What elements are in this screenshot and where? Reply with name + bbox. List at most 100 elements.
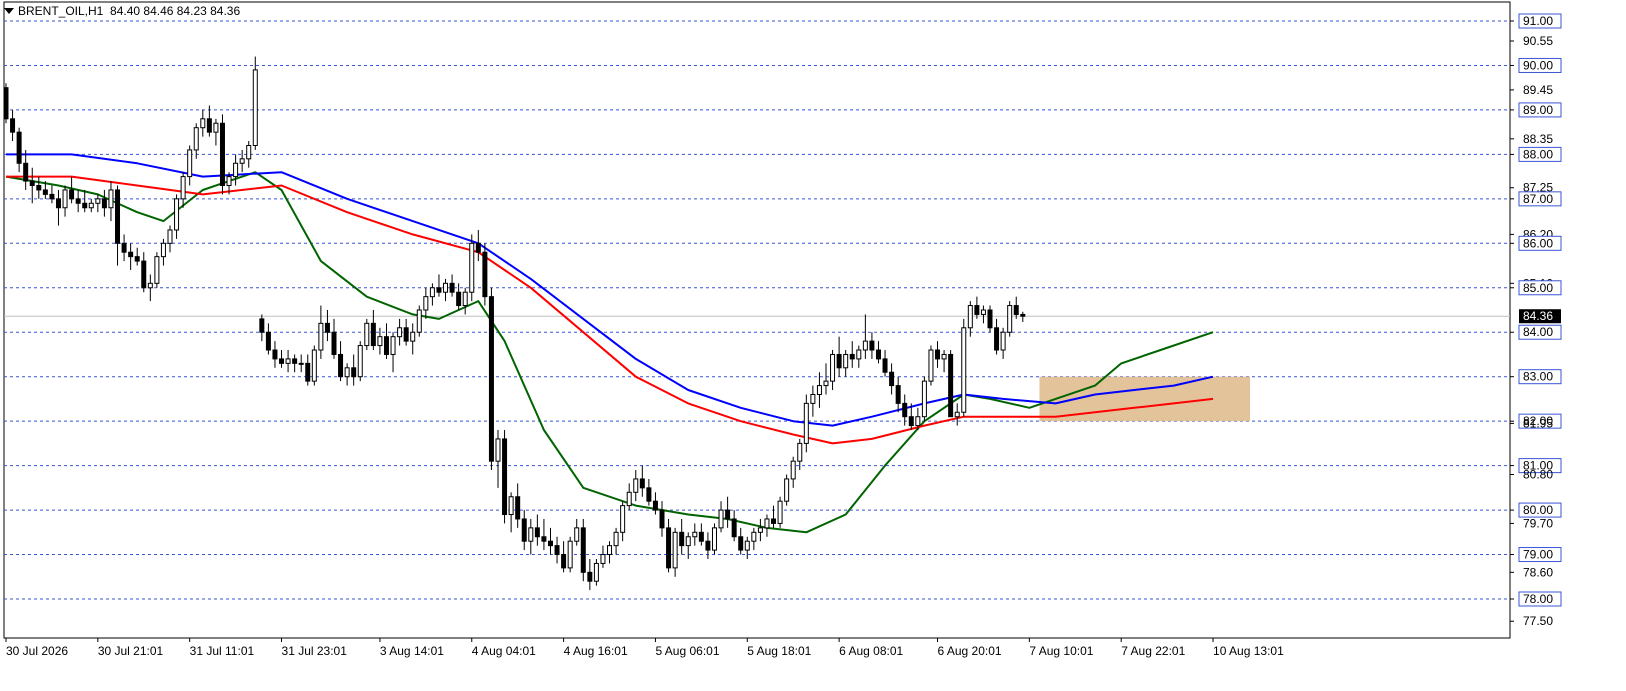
candle-body-bull xyxy=(377,336,383,347)
candle-body-bear xyxy=(370,322,376,347)
candle-body-bull xyxy=(108,189,114,209)
candle xyxy=(810,385,816,417)
candle-body-bear xyxy=(324,322,330,333)
candle xyxy=(108,181,114,222)
candle-body-bull xyxy=(88,202,94,209)
candle-body-bear xyxy=(259,318,265,333)
candle-body-bull xyxy=(856,349,862,360)
candle-body-bear xyxy=(69,189,75,200)
candle-body-bear xyxy=(738,536,744,551)
candle-body-bull xyxy=(803,402,809,444)
candle-body-bull xyxy=(1000,331,1006,351)
candle-body-bear xyxy=(731,518,737,538)
candle xyxy=(698,523,704,546)
candle-body-bear xyxy=(882,358,888,373)
candle xyxy=(423,287,429,319)
candle xyxy=(889,363,895,395)
candle-body-bear xyxy=(771,518,777,524)
candle xyxy=(554,536,560,564)
candle xyxy=(849,341,855,368)
candle xyxy=(718,501,724,533)
x-tick-label: 7 Aug 22:01 xyxy=(1121,644,1185,658)
candle-body-bull xyxy=(147,282,153,289)
candle xyxy=(941,350,947,373)
candle xyxy=(994,318,1000,355)
candle xyxy=(757,518,763,542)
candle-body-bear xyxy=(994,327,1000,351)
candle-body-bull xyxy=(246,144,252,160)
candle-body-bull xyxy=(1007,305,1013,333)
candle-body-bear xyxy=(554,545,560,556)
candle xyxy=(147,274,153,302)
candle xyxy=(219,114,225,195)
candle-body-bull xyxy=(285,358,291,364)
candle xyxy=(935,341,941,368)
y-tick-label: 88.35 xyxy=(1523,132,1553,146)
candle xyxy=(843,350,849,377)
candle-body-bull xyxy=(528,527,534,542)
candle-body-bear xyxy=(705,540,711,551)
candle xyxy=(692,523,698,546)
x-tick-label: 31 Jul 11:01 xyxy=(190,644,255,658)
y-tick-label: 80.00 xyxy=(1523,503,1553,517)
candle-body-bear xyxy=(141,260,147,289)
candle-body-bull xyxy=(357,345,363,378)
candle-body-bear xyxy=(121,242,127,253)
candle-body-bull xyxy=(174,198,180,231)
candle-body-bull xyxy=(626,491,632,507)
candle xyxy=(154,252,160,288)
candle xyxy=(3,83,9,124)
candle-body-bull xyxy=(95,198,101,204)
candle xyxy=(193,123,199,159)
candle-body-bull xyxy=(921,380,927,418)
candle xyxy=(600,545,606,568)
candle-body-bear xyxy=(502,438,508,516)
chart-header: BRENT_OIL,H1 84.40 84.46 84.23 84.36 xyxy=(4,4,240,18)
triangle-down-icon[interactable] xyxy=(4,7,14,14)
ma-fast-line xyxy=(5,171,1214,534)
candle xyxy=(160,238,166,266)
candle-body-bull xyxy=(252,69,258,146)
y-tick-label: 90.00 xyxy=(1523,58,1553,72)
y-tick-label: 79.70 xyxy=(1523,516,1553,530)
candle xyxy=(36,176,42,199)
price-chart[interactable]: 91.0090.5590.0089.4589.0088.3588.0087.25… xyxy=(0,0,1626,686)
candle xyxy=(639,465,645,497)
candle xyxy=(508,492,514,533)
candle xyxy=(383,323,389,359)
candle-body-bear xyxy=(292,358,298,364)
candle-body-bull xyxy=(62,189,68,209)
candle xyxy=(561,541,567,573)
candle xyxy=(593,558,599,586)
candle xyxy=(528,518,534,555)
candle-body-bear xyxy=(272,349,278,360)
candle-body-bull xyxy=(823,380,829,387)
x-tick-label: 6 Aug 08:01 xyxy=(839,644,903,658)
x-tick-label: 10 Aug 13:01 xyxy=(1213,644,1284,658)
candle-body-bear xyxy=(652,500,658,511)
candle xyxy=(324,310,330,342)
candle xyxy=(311,345,317,386)
candle-body-bear xyxy=(547,540,553,547)
candle-body-bull xyxy=(397,327,403,338)
candle xyxy=(521,510,527,551)
y-tick-label: 87.00 xyxy=(1523,192,1553,206)
candle xyxy=(980,305,986,324)
candle-body-bear xyxy=(666,527,672,569)
candle-body-bear xyxy=(134,256,140,262)
candle xyxy=(82,189,88,213)
candle-body-bull xyxy=(830,353,836,382)
candle xyxy=(55,189,61,226)
x-tick-label: 4 Aug 16:01 xyxy=(564,644,628,658)
y-tick-label: 89.45 xyxy=(1523,83,1553,97)
candle-body-bear xyxy=(403,327,409,342)
candle-body-bear xyxy=(36,185,42,191)
candle xyxy=(547,527,553,555)
y-tick-label: 79.00 xyxy=(1523,548,1553,562)
candle-body-bear xyxy=(869,340,875,351)
candle xyxy=(816,372,822,408)
candle xyxy=(652,492,658,515)
x-tick-label: 30 Jul 21:01 xyxy=(98,644,164,658)
ohlc-readout: 84.40 84.46 84.23 84.36 xyxy=(110,4,241,18)
candle xyxy=(390,332,396,373)
